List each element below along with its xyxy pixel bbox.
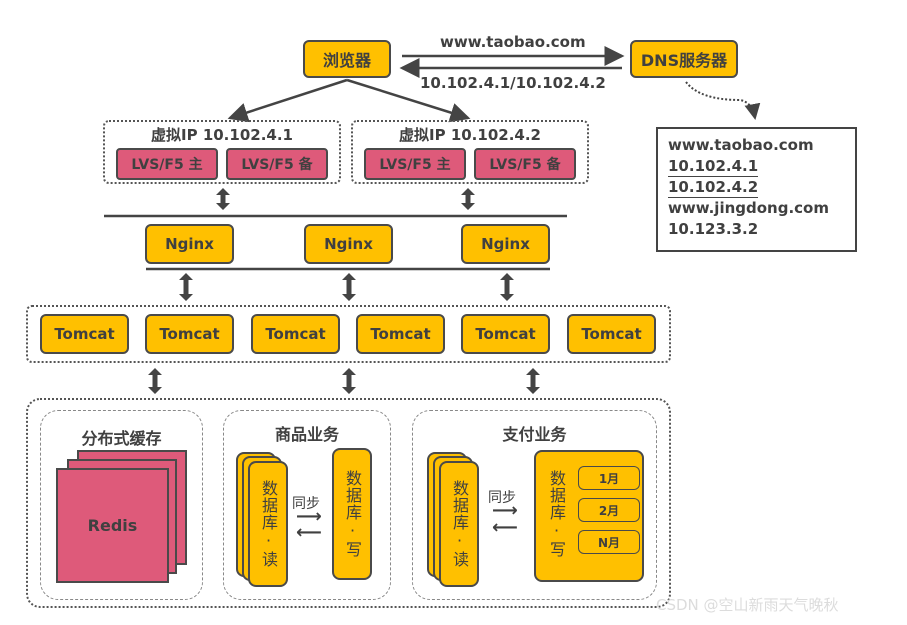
payment-read-db: 数据库·读 bbox=[439, 461, 479, 587]
browser-node: 浏览器 bbox=[303, 40, 391, 78]
sync-left-arrow-icon: ⟵ bbox=[296, 522, 322, 543]
tomcat-node: Tomcat bbox=[567, 314, 656, 354]
browser-label: 浏览器 bbox=[322, 51, 371, 70]
sync-left-arrow-icon: ⟵ bbox=[492, 517, 518, 538]
dns-record: 10.102.4.1 bbox=[668, 157, 759, 177]
bidirectional-arrow-icon bbox=[148, 368, 162, 394]
partition-1: 1月 bbox=[578, 466, 640, 490]
nginx-node: Nginx bbox=[304, 224, 393, 264]
cache-title: 分布式缓存 bbox=[81, 429, 162, 448]
bidirectional-arrow-icon bbox=[500, 273, 514, 301]
partition-2: 2月 bbox=[578, 498, 640, 522]
vip-group-1: 虚拟IP 10.102.4.1 LVS/F5 主 LVS/F5 备 bbox=[103, 120, 341, 184]
watermark: CSDN @空山新雨天气晚秋 bbox=[656, 596, 839, 614]
dns-record-table: www.taobao.com 10.102.4.1 10.102.4.2 www… bbox=[656, 127, 857, 252]
tomcat-node: Tomcat bbox=[40, 314, 129, 354]
dns-record: 10.102.4.2 bbox=[668, 178, 759, 198]
payment-title: 支付业务 bbox=[502, 425, 567, 444]
payment-write-db: 数据库·写 1月 2月 N月 bbox=[534, 450, 644, 582]
vip-group-2: 虚拟IP 10.102.4.2 LVS/F5 主 LVS/F5 备 bbox=[351, 120, 589, 184]
lvs-master: LVS/F5 主 bbox=[364, 148, 466, 180]
partition-n: N月 bbox=[578, 530, 640, 554]
tomcat-node: Tomcat bbox=[251, 314, 340, 354]
dns-request-label: www.taobao.com bbox=[440, 33, 586, 51]
nginx-node: Nginx bbox=[145, 224, 234, 264]
redis-node: Redis bbox=[56, 468, 169, 583]
dns-server-node: DNS服务器 bbox=[630, 40, 738, 78]
bidirectional-arrow-icon bbox=[461, 188, 475, 210]
payment-write-db-label: 数据库·写 bbox=[547, 470, 566, 558]
bidirectional-arrow-icon bbox=[216, 188, 230, 210]
product-title: 商品业务 bbox=[274, 425, 339, 444]
bidirectional-arrow-icon bbox=[342, 368, 356, 394]
dns-lookup-dotted-arrow bbox=[685, 81, 761, 120]
bidirectional-arrow-icon bbox=[526, 368, 540, 394]
dns-response-label: 10.102.4.1/10.102.4.2 bbox=[420, 74, 606, 92]
product-write-db: 数据库·写 bbox=[332, 448, 372, 580]
tomcat-node: Tomcat bbox=[356, 314, 445, 354]
vip-title: 虚拟IP 10.102.4.2 bbox=[399, 126, 541, 144]
vip-title: 虚拟IP 10.102.4.1 bbox=[151, 126, 293, 144]
tomcat-node: Tomcat bbox=[461, 314, 550, 354]
lvs-backup: LVS/F5 备 bbox=[226, 148, 328, 180]
lvs-backup: LVS/F5 备 bbox=[474, 148, 576, 180]
dns-record: www.jingdong.com bbox=[668, 199, 829, 217]
tomcat-node: Tomcat bbox=[145, 314, 234, 354]
lvs-master: LVS/F5 主 bbox=[116, 148, 218, 180]
dns-record: 10.123.3.2 bbox=[668, 220, 759, 238]
browser-to-vip1-arrow bbox=[227, 78, 348, 123]
dns-server-label: DNS服务器 bbox=[640, 51, 728, 70]
bidirectional-arrow-icon bbox=[179, 273, 193, 301]
bidirectional-arrow-icon bbox=[342, 273, 356, 301]
dns-record: www.taobao.com bbox=[668, 136, 814, 154]
product-read-db: 数据库·读 bbox=[248, 461, 288, 587]
nginx-node: Nginx bbox=[461, 224, 550, 264]
